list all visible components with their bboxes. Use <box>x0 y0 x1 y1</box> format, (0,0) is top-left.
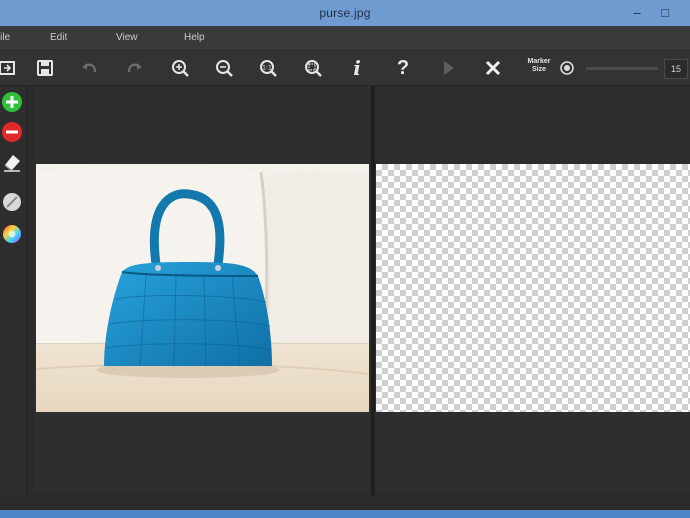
title-bar: purse.jpg – □ <box>0 0 690 26</box>
maximize-button[interactable]: □ <box>652 0 678 26</box>
marker-size-label: Marker Size <box>527 58 551 73</box>
play-icon <box>444 61 454 75</box>
open-button[interactable] <box>0 55 20 81</box>
toolbar: 1:1 i ? Marker Size 15 <box>0 51 690 86</box>
zoom-out-icon <box>216 60 233 77</box>
zoom-out-button[interactable] <box>211 55 237 81</box>
zoom-actual-button[interactable]: 1:1 <box>255 55 281 81</box>
menu-bar: File Edit View Help <box>0 26 690 51</box>
help-button[interactable]: ? <box>390 55 416 81</box>
save-button[interactable] <box>32 55 58 81</box>
transparent-canvas[interactable] <box>376 164 690 412</box>
play-button[interactable] <box>435 55 461 81</box>
menu-file[interactable]: File <box>0 32 10 43</box>
window-title: purse.jpg <box>319 6 371 20</box>
redo-button[interactable] <box>121 55 147 81</box>
zoom-actual-icon: 1:1 <box>260 60 277 77</box>
redo-icon <box>127 63 142 73</box>
close-image-button[interactable] <box>480 55 506 81</box>
info-icon: i <box>353 56 361 80</box>
add-marker-button[interactable] <box>0 90 24 114</box>
remove-marker-button[interactable] <box>0 120 24 144</box>
undo-icon <box>82 63 97 73</box>
zoom-fit-icon <box>305 60 322 77</box>
marker-size-value[interactable]: 15 <box>664 59 688 79</box>
color-wheel-icon <box>3 225 21 243</box>
source-image[interactable] <box>36 164 369 412</box>
minimize-button[interactable]: – <box>624 0 650 26</box>
save-icon <box>37 60 53 76</box>
menu-help[interactable]: Help <box>184 32 205 43</box>
zoom-fit-button[interactable] <box>300 55 326 81</box>
marker-size-knob[interactable] <box>556 55 578 81</box>
undo-button[interactable] <box>77 55 103 81</box>
close-x-icon <box>485 60 501 76</box>
marker-size-icon <box>560 61 574 75</box>
brush-icon <box>3 193 21 211</box>
marker-size-slider[interactable] <box>586 67 658 70</box>
taskbar-strip <box>0 510 690 518</box>
brush-button[interactable] <box>0 190 24 214</box>
add-marker-icon <box>2 92 22 112</box>
eraser-button[interactable] <box>0 150 24 174</box>
status-bar <box>0 496 690 510</box>
info-button[interactable]: i <box>344 55 370 81</box>
open-icon <box>0 61 15 75</box>
svg-text:1:1: 1:1 <box>262 65 272 72</box>
remove-marker-icon <box>2 122 22 142</box>
menu-edit[interactable]: Edit <box>50 32 67 43</box>
eraser-icon <box>4 155 20 172</box>
zoom-in-icon <box>172 60 189 77</box>
menu-view[interactable]: View <box>116 32 138 43</box>
color-wheel-button[interactable] <box>0 222 24 246</box>
purse-photo <box>36 164 369 412</box>
help-icon: ? <box>396 56 410 79</box>
tool-sidebar <box>0 86 27 510</box>
zoom-in-button[interactable] <box>167 55 193 81</box>
